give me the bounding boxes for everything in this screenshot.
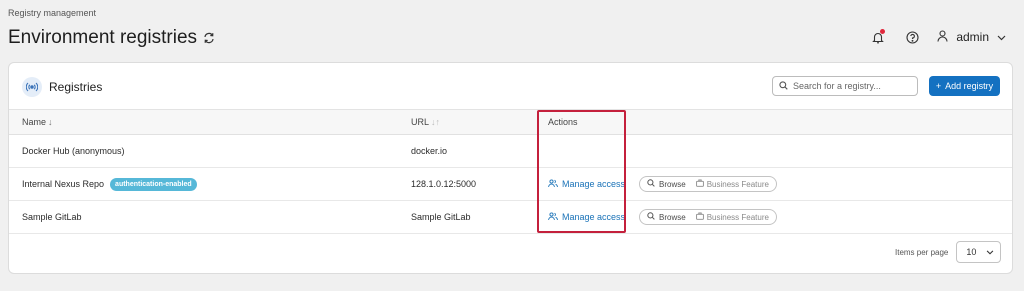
actions-cell: Manage access [548, 168, 625, 200]
column-actions-label: Actions [548, 117, 578, 127]
status-badge: authentication-enabled [110, 177, 197, 191]
business-feature-label: Business Feature [706, 212, 769, 222]
registry-name: Internal Nexus Repo [22, 179, 105, 189]
business-feature-label: Business Feature [706, 179, 769, 189]
registry-name: Docker Hub (anonymous) [22, 146, 125, 156]
user-icon [937, 29, 948, 45]
users-icon [548, 178, 558, 190]
search-box[interactable] [772, 76, 918, 96]
actions-cell: Manage access [548, 201, 625, 233]
registries-panel: Registries + Add registry Name ↓ URL ↓↑ … [8, 62, 1013, 274]
items-per-page-label: Items per page [895, 247, 949, 257]
browse-label: Browse [659, 212, 686, 222]
user-menu[interactable]: admin [937, 29, 1006, 45]
chevron-down-icon [986, 247, 994, 257]
browse-label: Browse [659, 179, 686, 189]
manage-access-link[interactable]: Manage access [548, 178, 626, 190]
sort-desc-icon: ↓ [48, 117, 53, 127]
breadcrumb: Registry management [8, 8, 97, 18]
manage-access-label: Manage access [562, 179, 626, 189]
registry-name-cell: Internal Nexus Repo authentication-enabl… [22, 168, 197, 200]
registry-name: Sample GitLab [22, 212, 82, 222]
table-row: Docker Hub (anonymous) docker.io [9, 135, 1012, 168]
panel-title: Registries [49, 80, 103, 94]
sort-icon: ↓↑ [431, 117, 441, 127]
chevron-down-icon [997, 30, 1006, 44]
items-per-page-value: 10 [966, 247, 977, 257]
page-title: Environment registries [8, 27, 215, 49]
plus-icon: + [935, 81, 942, 91]
page-title-text: Environment registries [8, 27, 198, 48]
column-name-label: Name [22, 117, 47, 127]
user-name: admin [956, 30, 989, 44]
registry-url: 128.1.0.12:5000 [411, 179, 477, 189]
items-per-page-select[interactable]: 10 [956, 241, 1002, 263]
panel-header: Registries + Add registry [9, 63, 1012, 110]
refresh-icon[interactable] [203, 32, 215, 44]
users-icon [548, 211, 558, 223]
briefcase-icon [695, 179, 704, 189]
table-row: Internal Nexus Repo authentication-enabl… [9, 168, 1012, 201]
topbar-actions: admin [869, 28, 1006, 46]
business-feature-tag: Business Feature [695, 212, 769, 222]
column-url-label: URL [411, 117, 430, 127]
browse-button[interactable]: Browse Business Feature [639, 176, 777, 192]
add-registry-button[interactable]: + Add registry [929, 76, 1000, 96]
search-icon [647, 212, 655, 222]
briefcase-icon [695, 212, 704, 222]
column-actions: Actions [548, 110, 578, 134]
search-icon [779, 77, 788, 95]
search-icon [647, 179, 655, 189]
column-url[interactable]: URL ↓↑ [411, 110, 440, 134]
registry-url: docker.io [411, 146, 448, 156]
help-icon[interactable] [903, 28, 921, 46]
table-row: Sample GitLab Sample GitLab Manage acces… [9, 201, 1012, 234]
manage-access-label: Manage access [562, 212, 626, 222]
business-feature-tag: Business Feature [695, 179, 769, 189]
radio-tower-icon [22, 77, 42, 97]
add-registry-label: Add registry [945, 81, 994, 91]
pagination: Items per page 10 [895, 241, 1002, 263]
registry-url: Sample GitLab [411, 212, 471, 222]
search-input[interactable] [793, 81, 903, 91]
column-name[interactable]: Name ↓ [22, 110, 53, 134]
table-header: Name ↓ URL ↓↑ Actions [9, 110, 1012, 135]
browse-button[interactable]: Browse Business Feature [639, 209, 777, 225]
notification-dot [880, 29, 886, 34]
notifications-bell-icon[interactable] [869, 28, 887, 46]
manage-access-link[interactable]: Manage access [548, 211, 626, 223]
